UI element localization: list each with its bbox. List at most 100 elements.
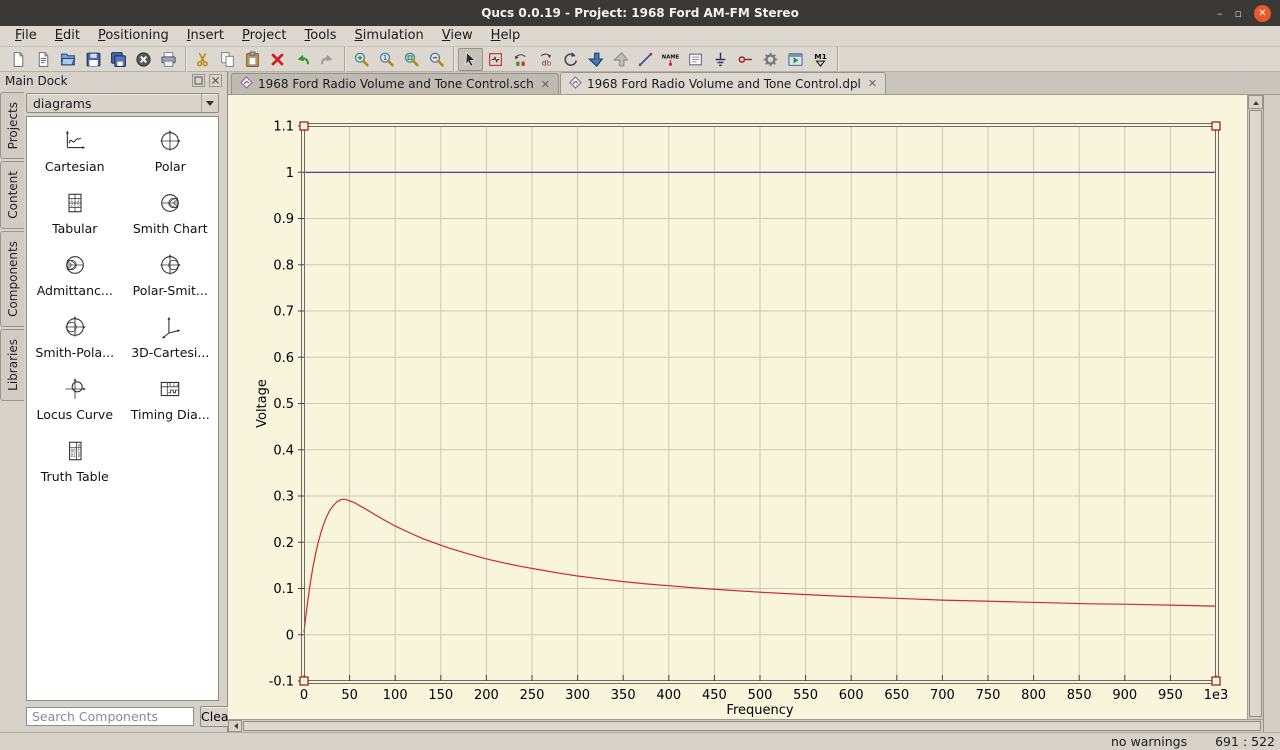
menu-edit[interactable]: Edit: [46, 26, 89, 46]
tab-schematic[interactable]: 1968 Ford Radio Volume and Tone Control.…: [231, 73, 559, 94]
resize-handle[interactable]: [300, 677, 308, 685]
insert-wire-label-icon[interactable]: NAME: [658, 48, 683, 71]
undo-icon[interactable]: [290, 48, 315, 71]
close-document-icon[interactable]: [131, 48, 156, 71]
svg-text:800: 800: [1021, 688, 1046, 703]
search-components-input[interactable]: [26, 707, 194, 726]
combo-dropdown-icon[interactable]: [201, 94, 218, 112]
svg-text:750: 750: [976, 688, 1001, 703]
menu-help[interactable]: Help: [482, 26, 530, 46]
diagram-item-tabular[interactable]: 1225 Tabular: [27, 191, 123, 236]
svg-text:0.2: 0.2: [273, 536, 294, 551]
diagram-item-3d-cartesi-[interactable]: 3D-Cartesi...: [123, 315, 219, 360]
deactivate-component-icon[interactable]: [583, 48, 608, 71]
save-icon[interactable]: [81, 48, 106, 71]
view-data-display-icon[interactable]: [783, 48, 808, 71]
component-category-select[interactable]: diagrams: [26, 93, 219, 113]
menu-view[interactable]: View: [433, 26, 482, 46]
scroll-up-icon[interactable]: [1248, 95, 1263, 109]
simulate-gear-icon[interactable]: [758, 48, 783, 71]
copy-icon[interactable]: [215, 48, 240, 71]
insert-wire-icon[interactable]: [633, 48, 658, 71]
delete-icon[interactable]: [265, 48, 290, 71]
dock-close-icon[interactable]: [209, 74, 222, 87]
svg-text:600: 600: [839, 688, 864, 703]
toolbar: 1 db NAME M1: [0, 47, 1280, 72]
dock-tab-content[interactable]: Content: [0, 161, 24, 229]
diagram-item-admittanc-[interactable]: Admittanc...: [27, 253, 123, 298]
edit-component-properties-icon[interactable]: [483, 48, 508, 71]
insert-text-icon[interactable]: [683, 48, 708, 71]
save-all-icon[interactable]: [106, 48, 131, 71]
zoom-fit-icon[interactable]: [399, 48, 424, 71]
set-marker-icon[interactable]: M1: [808, 48, 833, 71]
paste-icon[interactable]: [240, 48, 265, 71]
zoom-in-icon[interactable]: [349, 48, 374, 71]
new-text-document-icon[interactable]: [31, 48, 56, 71]
diagram-item-timing-dia-[interactable]: 0 1 2 Timing Dia...: [123, 377, 219, 422]
diagram-item-cartesian[interactable]: Cartesian: [27, 129, 123, 174]
mirror-x-axis-icon[interactable]: [508, 48, 533, 71]
toolbar-group: [2, 47, 186, 72]
dock-tab-libraries[interactable]: Libraries: [0, 329, 24, 401]
resize-handle[interactable]: [1212, 677, 1220, 685]
diagram-item-truth-table[interactable]: a001010 Truth Table: [27, 439, 123, 484]
align-top-icon[interactable]: [608, 48, 633, 71]
polar-smith-diagram-icon: [158, 253, 182, 280]
minimize-button[interactable]: –: [1217, 8, 1223, 19]
mirror-y-axis-icon[interactable]: db: [533, 48, 558, 71]
diagram-item-polar-smit-[interactable]: Polar-Smit...: [123, 253, 219, 298]
dock-header[interactable]: Main Dock: [0, 72, 227, 89]
new-document-icon[interactable]: [6, 48, 31, 71]
menu-positioning[interactable]: Positioning: [89, 26, 178, 46]
scroll-left-icon[interactable]: [228, 720, 242, 732]
rotate-icon[interactable]: [558, 48, 583, 71]
maximize-button[interactable]: ▫: [1235, 8, 1242, 19]
tab-data-display[interactable]: 1968 Ford Radio Volume and Tone Control.…: [560, 72, 886, 94]
vertical-scroll-thumb[interactable]: [1249, 110, 1262, 717]
menu-tools[interactable]: Tools: [296, 26, 346, 46]
resize-handle[interactable]: [1212, 122, 1220, 130]
zoom-1-1-icon[interactable]: 1: [374, 48, 399, 71]
horizontal-scrollbar[interactable]: [228, 719, 1263, 732]
diagram-item-smith-pola-[interactable]: Smith-Pola...: [27, 315, 123, 360]
diagram-item-polar[interactable]: Polar: [123, 129, 219, 174]
vertical-scrollbar[interactable]: [1247, 95, 1263, 719]
menu-insert[interactable]: Insert: [178, 26, 233, 46]
tab-label: 1968 Ford Radio Volume and Tone Control.…: [258, 77, 534, 91]
insert-port-icon[interactable]: [733, 48, 758, 71]
cut-icon[interactable]: [190, 48, 215, 71]
tab-close-icon[interactable]: ✕: [866, 77, 877, 90]
svg-text:0.5: 0.5: [273, 397, 294, 412]
diagram-item-locus-curve[interactable]: Locus Curve: [27, 377, 123, 422]
cartesian-diagram: 0501001502002503003504004505005506006507…: [228, 95, 1245, 719]
timing-diagram-icon: 0 1 2: [158, 377, 182, 404]
dock-float-icon[interactable]: [192, 74, 205, 87]
qucs-file-icon: [240, 76, 253, 92]
svg-text:150: 150: [428, 688, 453, 703]
window-controls: – ▫ ✕: [1217, 0, 1271, 26]
select-icon[interactable]: [458, 48, 483, 71]
close-button[interactable]: ✕: [1254, 5, 1271, 22]
horizontal-scroll-thumb[interactable]: [243, 721, 1261, 731]
titlebar[interactable]: Qucs 0.0.19 - Project: 1968 Ford AM-FM S…: [0, 0, 1280, 26]
dock-tab-projects[interactable]: Projects: [0, 92, 24, 159]
menu-project[interactable]: Project: [233, 26, 296, 46]
print-icon[interactable]: [156, 48, 181, 71]
insert-ground-icon[interactable]: [708, 48, 733, 71]
diagram-item-smith-chart[interactable]: Smith Chart: [123, 191, 219, 236]
cartesian-diagram-icon: [63, 129, 87, 156]
menu-file[interactable]: File: [6, 26, 46, 46]
tab-close-icon[interactable]: ✕: [539, 78, 550, 91]
resize-handle[interactable]: [300, 122, 308, 130]
redo-icon[interactable]: [315, 48, 340, 71]
menu-simulation[interactable]: Simulation: [346, 26, 433, 46]
zoom-out-icon[interactable]: [424, 48, 449, 71]
toolbar-group: db NAME M1: [454, 47, 838, 72]
qucs-window: Qucs 0.0.19 - Project: 1968 Ford AM-FM S…: [0, 0, 1280, 750]
data-display-canvas[interactable]: 0501001502002503003504004505005506006507…: [228, 95, 1247, 719]
dock-tab-components[interactable]: Components: [0, 231, 24, 327]
svg-text:300: 300: [565, 688, 590, 703]
combo-selected-value: diagrams: [27, 96, 201, 111]
open-file-icon[interactable]: [56, 48, 81, 71]
